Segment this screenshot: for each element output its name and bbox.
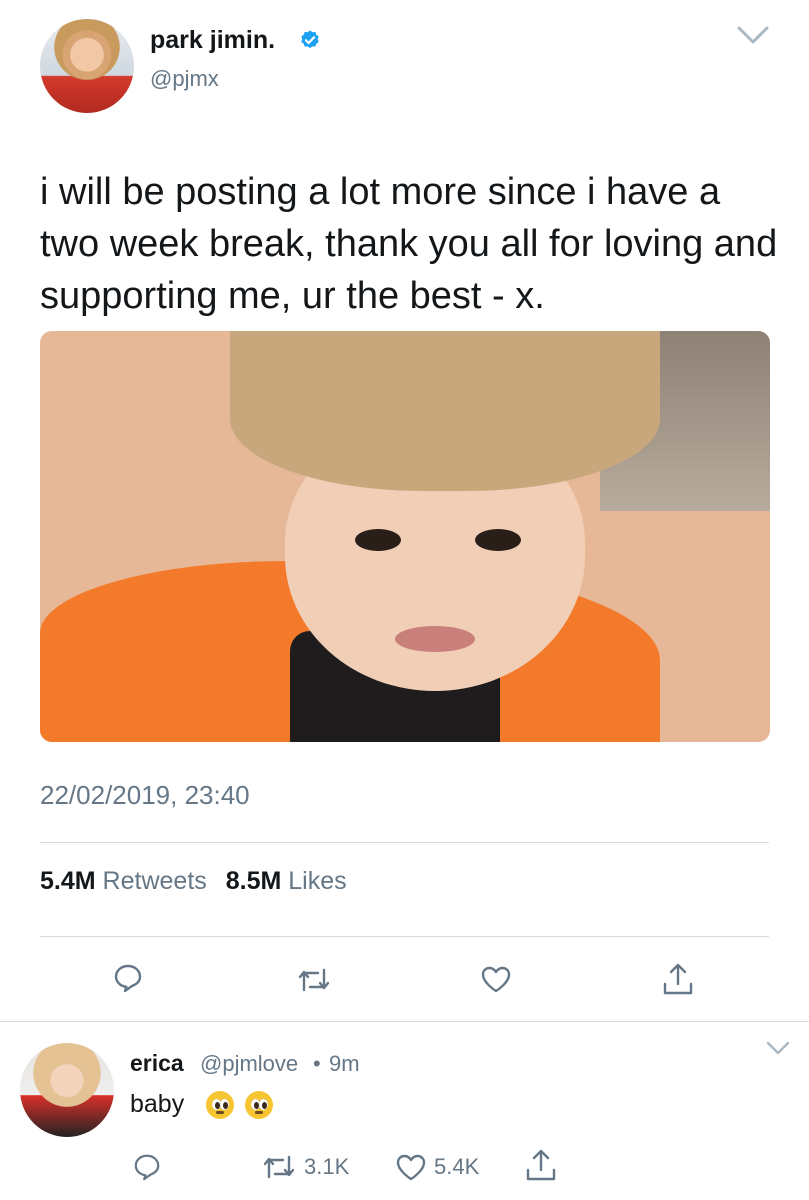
tweet-timestamp[interactable]: 22/02/2019, 23:40 <box>40 780 250 811</box>
photo-eye-right <box>475 529 521 551</box>
pleading-face-emoji <box>206 1091 234 1119</box>
share-icon[interactable] <box>525 1148 557 1182</box>
share-icon[interactable] <box>662 962 694 996</box>
reply-retweet-count[interactable]: 3.1K <box>304 1154 349 1180</box>
pleading-face-emoji <box>245 1091 273 1119</box>
retweets-label[interactable]: Retweets <box>103 867 207 895</box>
divider <box>40 936 769 937</box>
author-handle[interactable]: @pjmx <box>150 66 219 92</box>
reply-author-handle[interactable]: @pjmlove <box>200 1051 298 1077</box>
heart-icon[interactable] <box>480 964 512 994</box>
reply-icon[interactable] <box>113 963 143 993</box>
photo-hair <box>230 331 660 491</box>
reply-like-count[interactable]: 5.4K <box>434 1154 479 1180</box>
reply-author-name[interactable]: erica <box>130 1050 184 1077</box>
reply-author-avatar[interactable] <box>20 1043 114 1137</box>
verified-badge-icon <box>301 30 319 49</box>
tweet-photo[interactable] <box>40 331 770 742</box>
retweet-icon[interactable] <box>297 965 331 995</box>
separator-dot: • <box>313 1051 321 1076</box>
tweet-text: i will be posting a lot more since i hav… <box>40 171 778 317</box>
author-name[interactable]: park jimin. <box>150 26 275 55</box>
retweet-icon[interactable] <box>262 1152 296 1182</box>
heart-icon[interactable] <box>395 1152 427 1182</box>
reply-icon[interactable] <box>133 1152 161 1182</box>
photo-lips <box>395 626 475 652</box>
likes-count[interactable]: 8.5M <box>226 867 282 895</box>
author-avatar[interactable] <box>40 19 134 113</box>
reply-time[interactable]: 9m <box>329 1051 360 1077</box>
tweet-stats: 5.4M Retweets 8.5M Likes <box>40 867 359 896</box>
photo-eye-left <box>355 529 401 551</box>
divider <box>40 842 769 843</box>
chevron-down-icon[interactable] <box>765 1040 791 1056</box>
retweets-count[interactable]: 5.4M <box>40 867 96 895</box>
divider <box>0 1021 809 1022</box>
reply-text: baby <box>130 1090 185 1118</box>
likes-label[interactable]: Likes <box>288 867 346 895</box>
chevron-down-icon[interactable] <box>736 24 770 46</box>
